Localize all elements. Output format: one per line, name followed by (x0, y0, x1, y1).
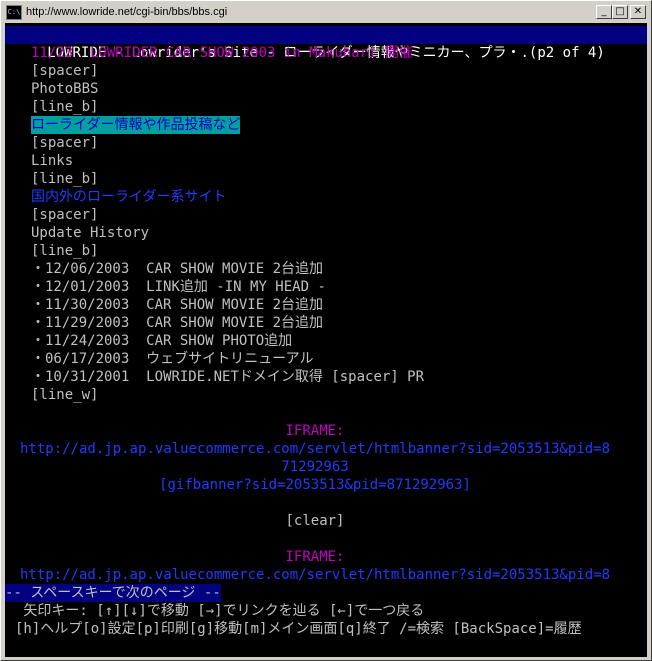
update-date: ・11/29/2003 (31, 315, 130, 331)
iframe-label: IFRAME: (285, 423, 345, 439)
help-line-commands: [h]ヘルプ[o]設定[p]印刷[g]移動[m]メイン画面[q]終了 /=検索 … (15, 621, 582, 637)
next-page-prompt: -- スペースキーで次のページ -- (5, 584, 221, 602)
update-text: CAR SHOW MOVIE 2台追加 (146, 297, 324, 313)
clear-placeholder: [clear] (285, 513, 345, 529)
close-button[interactable]: ✕ (630, 5, 646, 19)
update-date: ・06/17/2003 (31, 351, 130, 367)
links-link[interactable]: 国内外のローライダー系サイト (31, 188, 226, 206)
update-date: ・11/24/2003 (31, 333, 130, 349)
title-bar[interactable]: C:\ http://www.lowride.net/cgi-bin/bbs/b… (4, 4, 648, 22)
photobbs-label: PhotoBBS (31, 81, 99, 97)
spacer-placeholder: [spacer] (31, 63, 99, 79)
page-status-bar: LOWRIDE - Lowrider's Site - ローライダー情報やミニカ… (5, 26, 647, 61)
update-history-label: Update History (31, 225, 150, 241)
update-item: ・10/31/2001 LOWRIDE.NETドメイン取得 [spacer] P… (31, 368, 424, 386)
update-text: LOWRIDE.NETドメイン取得 [spacer] PR (146, 369, 425, 385)
console-window: C:\ http://www.lowride.net/cgi-bin/bbs/b… (0, 0, 652, 661)
help-line-arrows: 矢印キー: [↑][↓]で移動 [→]でリンクを辿る [←]で一つ戻る (15, 603, 425, 619)
update-date: ・11/30/2003 (31, 297, 130, 313)
minimize-button[interactable]: _ (596, 5, 612, 19)
update-item: ・11/29/2003 CAR SHOW MOVIE 2台追加 (31, 314, 323, 332)
update-item: ・06/17/2003 ウェブサイトリニューアル (31, 350, 313, 368)
line-w-placeholder: [line_w] (31, 387, 99, 403)
update-item: ・12/01/2003 LINK追加 -IN MY HEAD - (31, 278, 326, 296)
iframe-label: IFRAME: (285, 549, 345, 565)
photobbs-link[interactable]: ローライダー情報や作品投稿など (31, 116, 241, 134)
update-date: ・12/01/2003 (31, 279, 130, 295)
terminal-screen[interactable]: LOWRIDE - Lowrider's Site - ローライダー情報やミニカ… (5, 23, 647, 657)
event-line: 11/23 LOWRIDER CAR SHOW 2003 in Makuhari… (31, 45, 414, 61)
line-b-placeholder: [line_b] (31, 171, 99, 187)
update-text: CAR SHOW MOVIE 2台追加 (146, 261, 324, 277)
update-text: ウェブサイトリニューアル (146, 351, 314, 367)
iframe-url-link[interactable]: http://ad.jp.ap.valuecommerce.com/servle… (5, 566, 625, 584)
update-item: ・11/24/2003 CAR SHOW PHOTO追加 (31, 332, 292, 350)
gifbanner-link[interactable]: [gifbanner?sid=2053513&pid=871292963] (5, 476, 625, 494)
line-b-placeholder: [line_b] (31, 99, 99, 115)
maximize-button[interactable]: □ (612, 5, 628, 19)
update-text: LINK追加 -IN MY HEAD - (146, 279, 326, 295)
spacer-placeholder: [spacer] (31, 207, 99, 223)
update-date: ・12/06/2003 (31, 261, 130, 277)
update-item: ・11/30/2003 CAR SHOW MOVIE 2台追加 (31, 296, 323, 314)
update-text: CAR SHOW PHOTO追加 (146, 333, 293, 349)
update-text: CAR SHOW MOVIE 2台追加 (146, 315, 324, 331)
iframe-url-link-cont[interactable]: 71292963 (5, 458, 625, 476)
iframe-url-link[interactable]: http://ad.jp.ap.valuecommerce.com/servle… (5, 440, 625, 458)
links-label: Links (31, 153, 74, 169)
update-item: ・12/06/2003 CAR SHOW MOVIE 2台追加 (31, 260, 323, 278)
line-b-placeholder: [line_b] (31, 243, 99, 259)
spacer-placeholder: [spacer] (31, 135, 99, 151)
window-title: http://www.lowride.net/cgi-bin/bbs/bbs.c… (26, 6, 228, 18)
console-icon[interactable]: C:\ (6, 5, 22, 20)
update-date: ・10/31/2001 (31, 369, 130, 385)
